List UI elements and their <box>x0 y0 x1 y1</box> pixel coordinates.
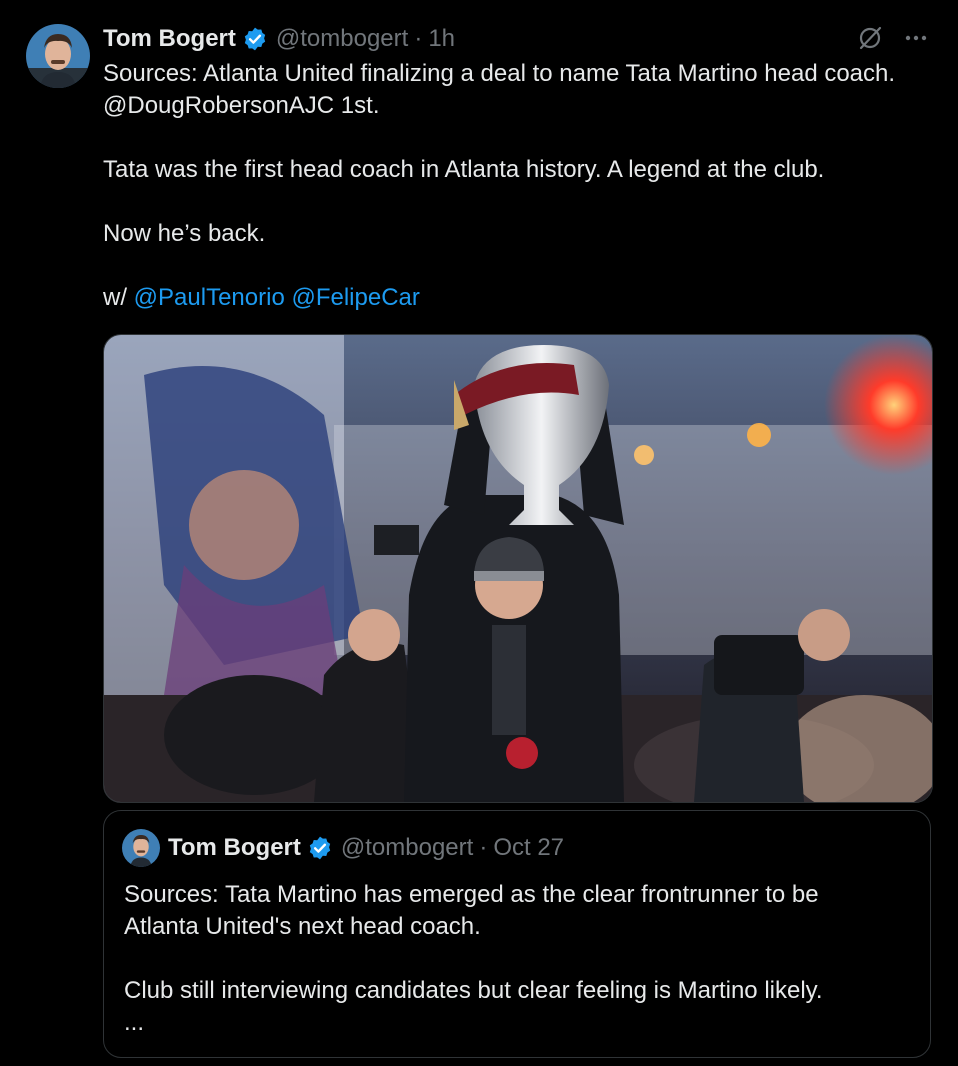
avatar[interactable] <box>26 24 90 88</box>
tweet-line: Tata was the first head coach in Atlanta… <box>103 156 825 183</box>
with-prefix: w/ <box>103 284 127 311</box>
tweet-line: Now he’s back. <box>103 220 266 247</box>
quoted-ellipsis: ... <box>124 1009 145 1036</box>
quoted-line: Atlanta United's next head coach. <box>124 913 481 940</box>
quoted-author-name[interactable]: Tom Bogert <box>168 834 301 862</box>
quoted-text: Sources: Tata Martino has emerged as the… <box>124 879 914 1039</box>
tweet-actions <box>856 24 930 52</box>
tweet-time[interactable]: 1h <box>428 25 455 53</box>
quoted-line: Sources: Tata Martino has emerged as the… <box>124 881 819 908</box>
separator-dot: · <box>479 834 488 861</box>
author-handle[interactable]: @tombogert <box>276 25 408 53</box>
tweet-photo[interactable] <box>103 334 933 803</box>
more-icon[interactable] <box>902 24 930 52</box>
quoted-line: Club still interviewing candidates but c… <box>124 977 823 1004</box>
verified-badge-icon <box>307 835 333 861</box>
mention-link[interactable]: @PaulTenorio <box>134 284 285 311</box>
separator-dot: · <box>414 25 423 52</box>
tweet-line: Sources: Atlanta United finalizing a dea… <box>103 60 896 87</box>
tweet-text: Sources: Atlanta United finalizing a dea… <box>103 58 933 314</box>
avatar[interactable] <box>122 829 160 867</box>
tweet-header: Tom Bogert @tombogert · 1h <box>103 22 455 56</box>
mention-link[interactable]: @DougRobersonAJC 1st. <box>103 92 380 119</box>
grok-icon[interactable] <box>856 24 884 52</box>
tweet-line-mentions: w/ @PaulTenorio @FelipeCar <box>103 282 933 314</box>
quoted-tweet[interactable]: Tom Bogert @tombogert · Oct 27 Sources: … <box>103 810 931 1058</box>
verified-badge-icon <box>242 26 268 52</box>
mention-link[interactable]: @FelipeCar <box>291 284 419 311</box>
quoted-author-handle[interactable]: @tombogert <box>341 834 473 862</box>
quoted-header: Tom Bogert @tombogert · Oct 27 <box>168 831 564 865</box>
quoted-date[interactable]: Oct 27 <box>493 834 564 862</box>
author-name[interactable]: Tom Bogert <box>103 25 236 53</box>
tweet: Tom Bogert @tombogert · 1h Sources: Atla… <box>0 0 958 1066</box>
